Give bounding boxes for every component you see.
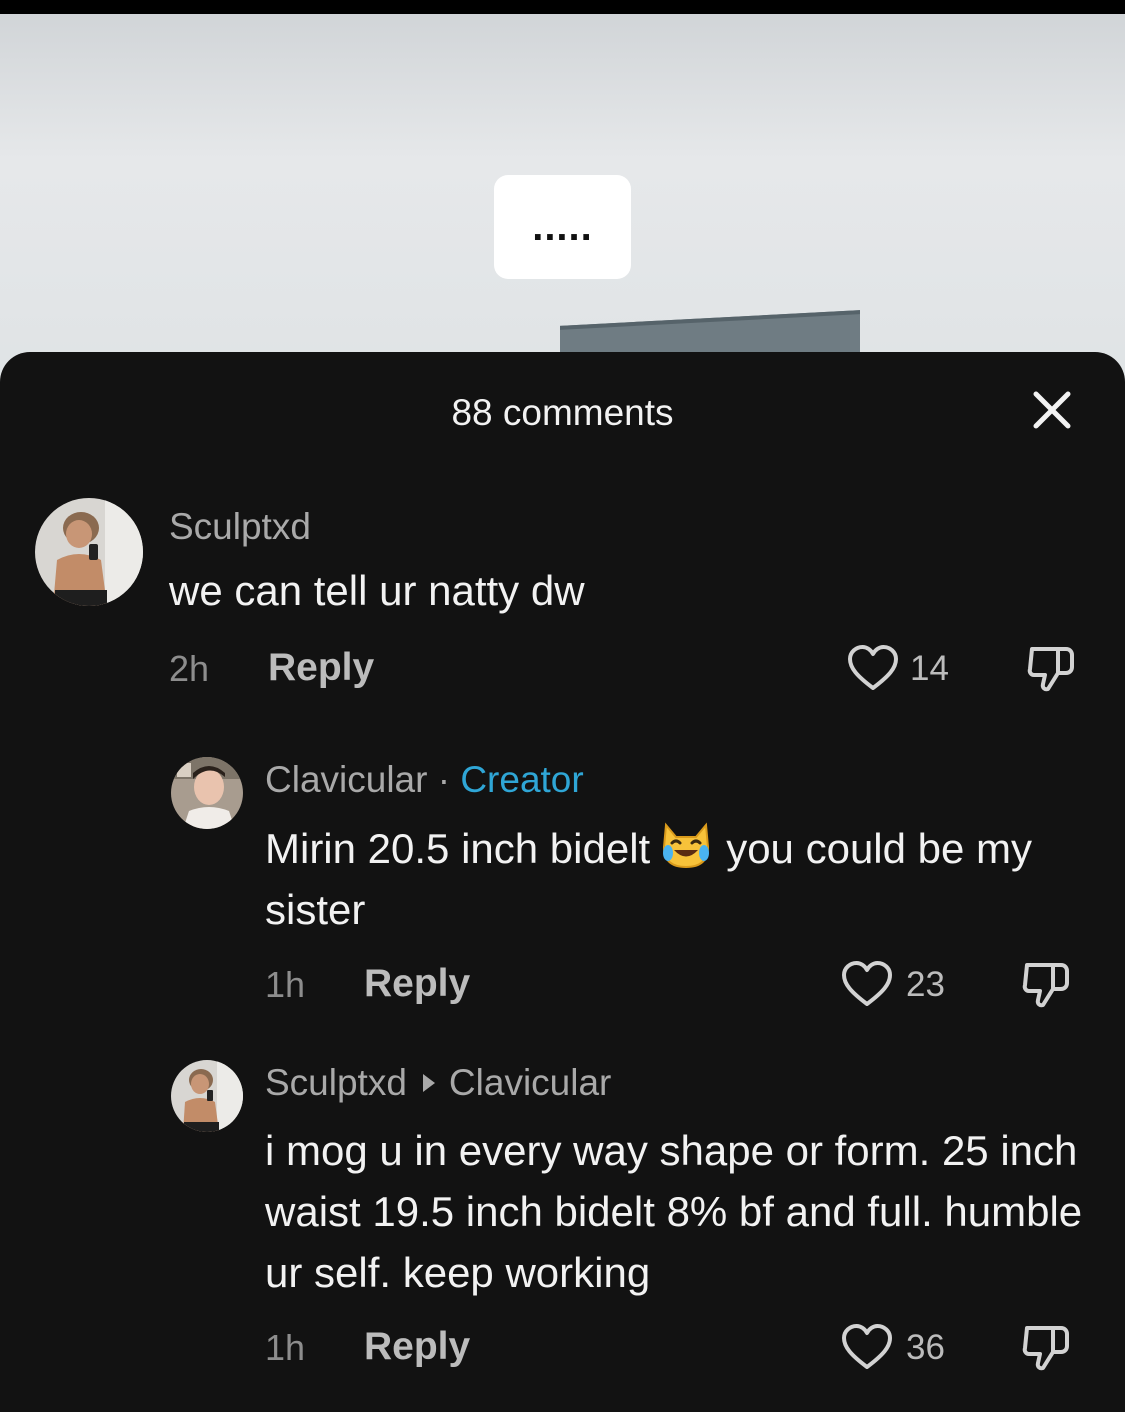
video-caption-bubble: ..... bbox=[494, 175, 631, 279]
heart-icon[interactable] bbox=[847, 644, 899, 692]
reply-target-username[interactable]: Clavicular bbox=[449, 1062, 611, 1103]
creator-username[interactable]: Clavicular bbox=[265, 759, 427, 800]
crying-laughing-cat-emoji-icon bbox=[663, 822, 710, 869]
like-count: 36 bbox=[906, 1328, 945, 1367]
comment-text: i mog u in every way shape or form. 25 i… bbox=[265, 1127, 1083, 1296]
like-count: 14 bbox=[910, 649, 949, 688]
comment-username[interactable]: Sculptxd bbox=[169, 506, 311, 548]
avatar[interactable] bbox=[35, 498, 143, 606]
video-preview[interactable]: ..... bbox=[0, 0, 1125, 400]
comments-count-title: 88 comments bbox=[451, 392, 674, 433]
screen: ..... 88 comments Sculptxd we can tell u… bbox=[0, 0, 1125, 1412]
reply-author-username[interactable]: Sculptxd bbox=[265, 1062, 407, 1103]
comment-timestamp: 2h bbox=[169, 648, 210, 689]
comment-username: Sculptxd Clavicular bbox=[265, 1062, 611, 1104]
thumbs-down-icon[interactable] bbox=[1021, 1322, 1071, 1374]
status-bar bbox=[0, 0, 1125, 14]
creator-badge: Creator bbox=[460, 759, 584, 800]
comment-text: we can tell ur natty dw bbox=[169, 567, 585, 614]
separator-dot: · bbox=[437, 759, 451, 800]
comment-timestamp: 1h bbox=[265, 964, 306, 1005]
reply-button[interactable]: Reply bbox=[364, 1325, 470, 1369]
comment-username: Clavicular · Creator bbox=[265, 759, 584, 801]
reply-arrow-icon bbox=[422, 1074, 435, 1093]
thumbs-down-icon[interactable] bbox=[1021, 959, 1071, 1011]
avatar[interactable] bbox=[171, 1060, 243, 1132]
comment-text: Mirin 20.5 inch bidelt you could be my s… bbox=[265, 817, 1095, 940]
comments-sheet: 88 comments Sculptxd we can tell ur natt… bbox=[0, 352, 1125, 1412]
heart-icon[interactable] bbox=[841, 1323, 893, 1371]
thumbs-down-icon[interactable] bbox=[1026, 643, 1076, 695]
comment-timestamp: 1h bbox=[265, 1327, 306, 1368]
avatar[interactable] bbox=[171, 757, 243, 829]
reply-button[interactable]: Reply bbox=[364, 962, 470, 1006]
comment-text-part: Mirin 20.5 inch bidelt bbox=[265, 825, 651, 872]
close-icon[interactable] bbox=[1028, 386, 1076, 434]
like-count: 23 bbox=[906, 965, 945, 1004]
video-caption-text: ..... bbox=[532, 205, 593, 249]
reply-button[interactable]: Reply bbox=[268, 646, 374, 690]
heart-icon[interactable] bbox=[841, 960, 893, 1008]
